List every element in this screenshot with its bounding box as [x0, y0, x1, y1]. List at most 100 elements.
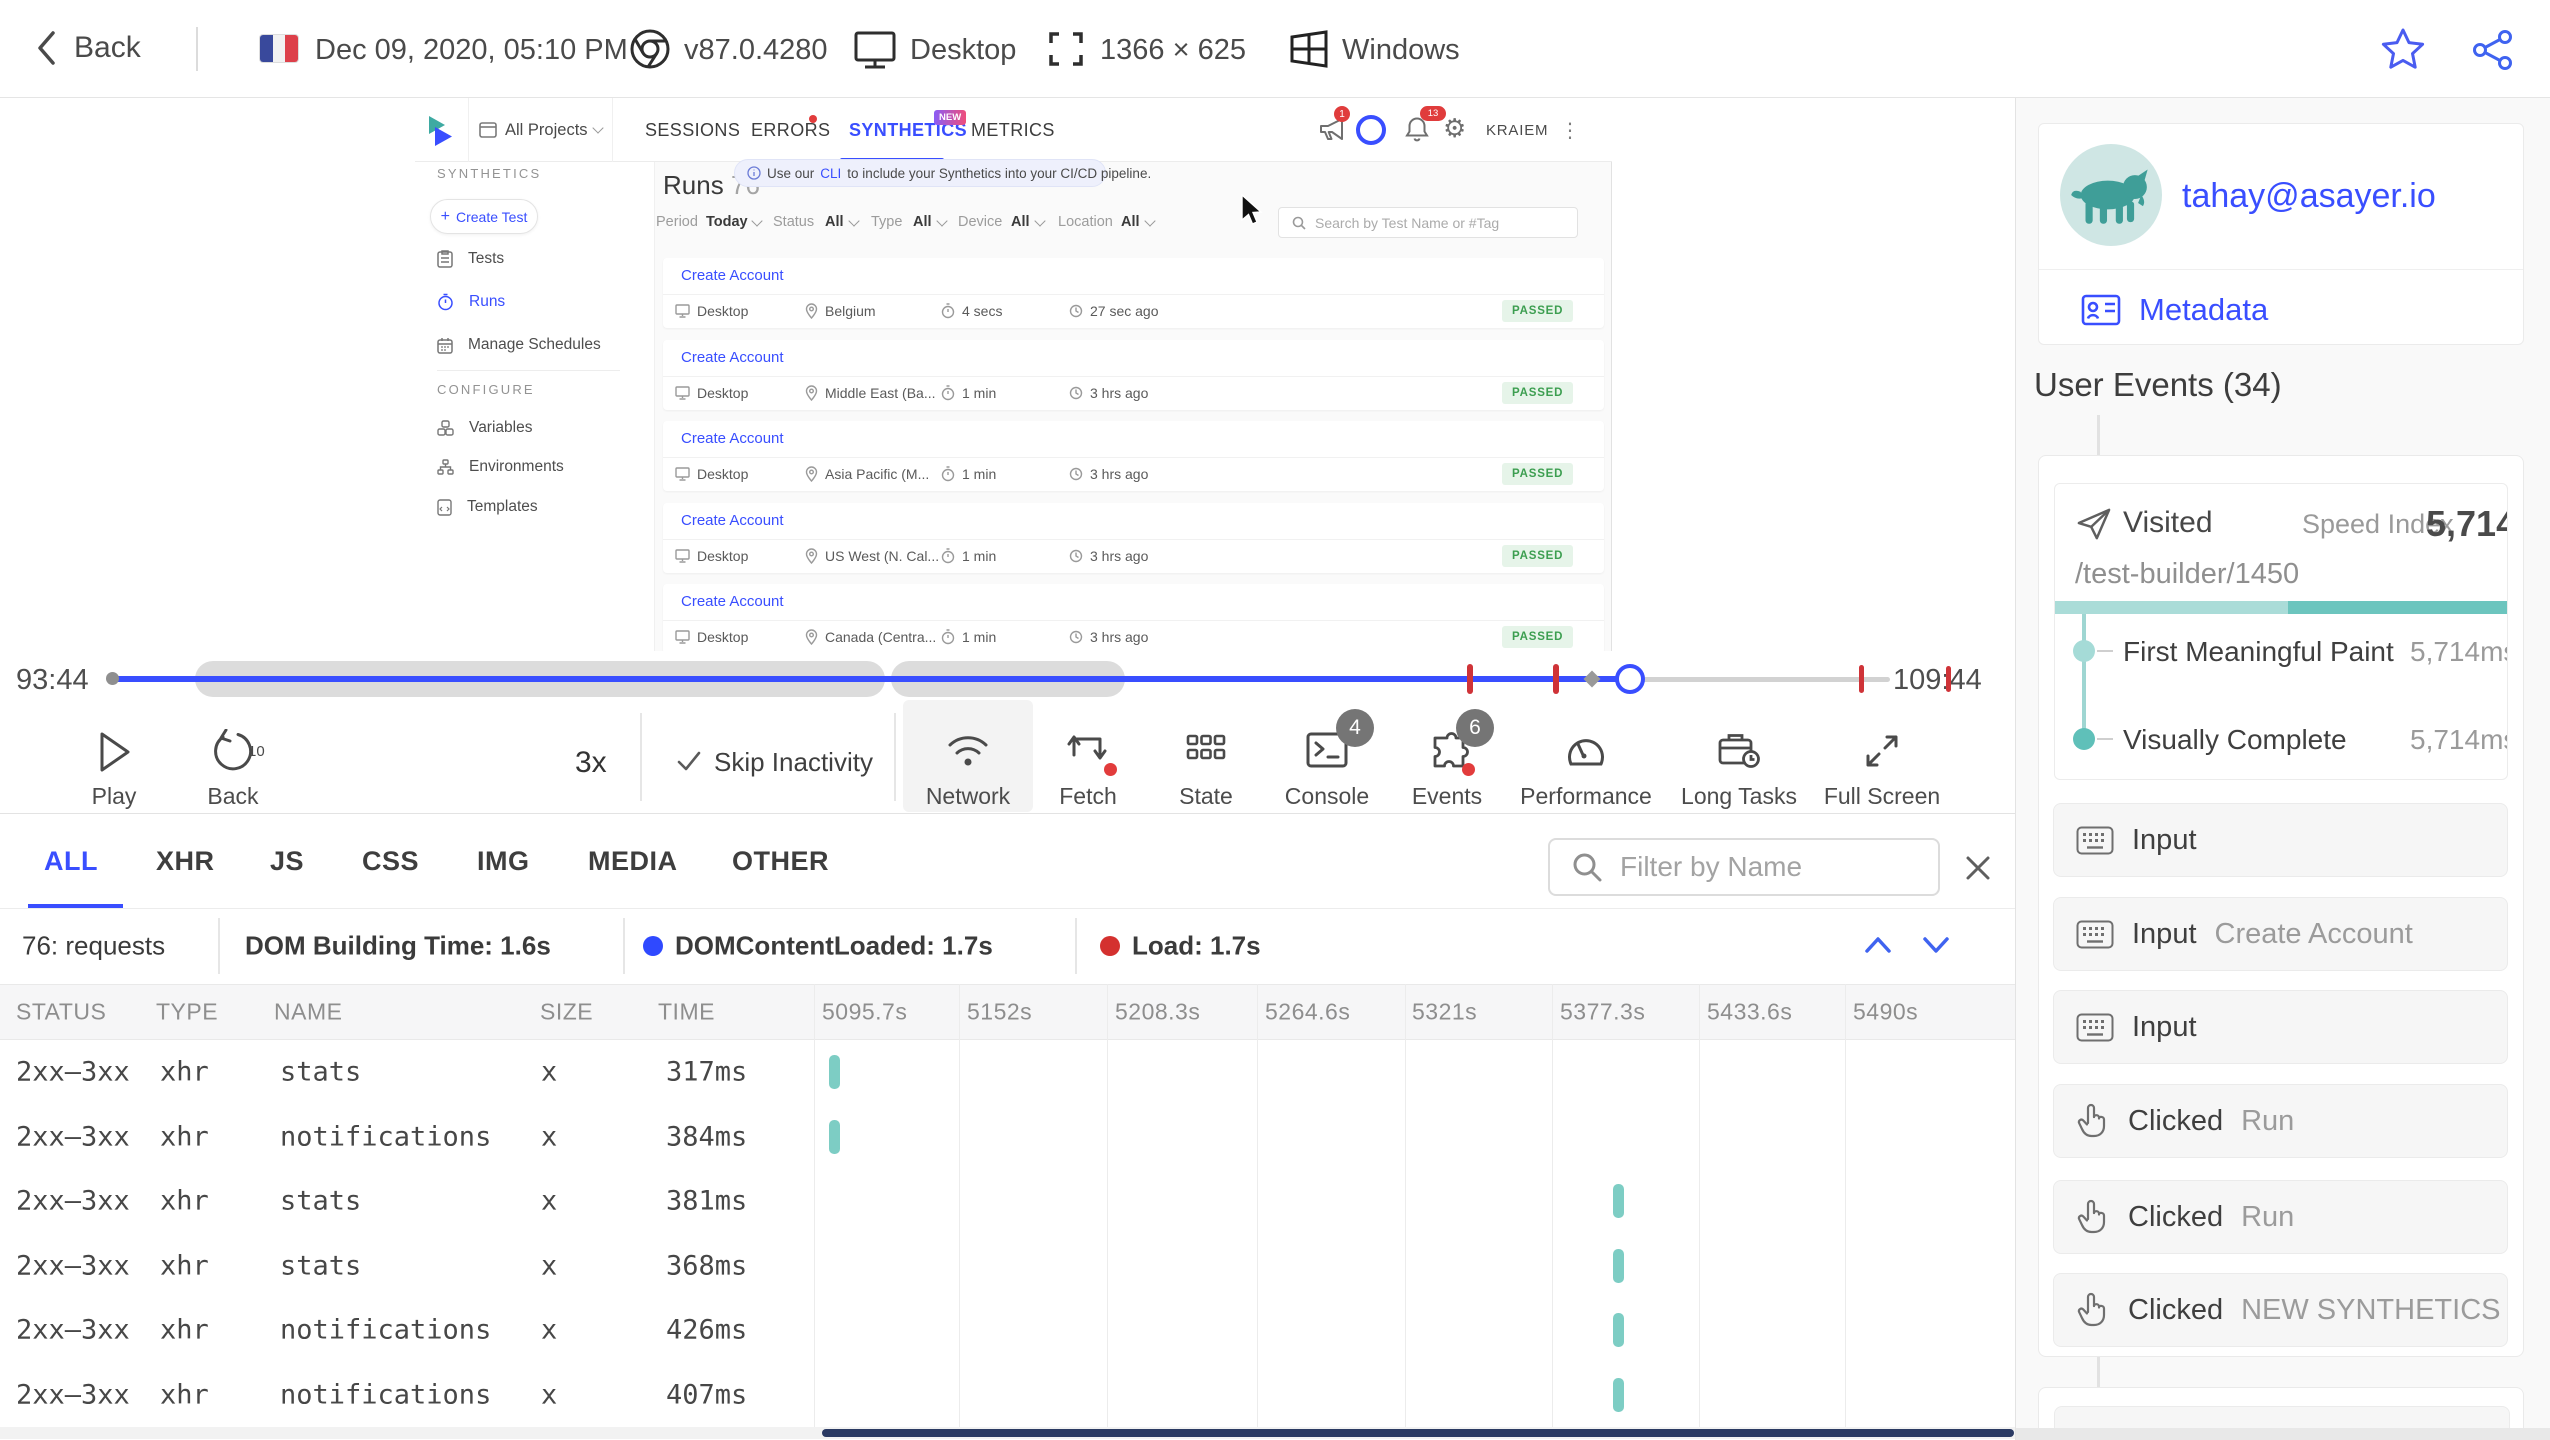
speed-button[interactable]: 3x: [575, 746, 607, 780]
network-tab-js[interactable]: JS: [270, 814, 304, 908]
viewport-brackets-icon: [1046, 29, 1086, 69]
console-badge: 4: [1336, 709, 1374, 747]
request-row[interactable]: 2xx–3xx xhr stats x 368ms: [0, 1234, 2015, 1299]
filter-box: [1548, 838, 1940, 896]
hand-pointer-icon: [2076, 1291, 2110, 1329]
request-name: stats: [280, 1185, 362, 1217]
run-device: Desktop: [675, 539, 748, 573]
monitor-icon: [675, 467, 690, 481]
location-pin-icon: [805, 629, 818, 645]
fmp-value: 5,714ms: [2410, 636, 2508, 667]
network-tab-all[interactable]: ALL: [44, 814, 98, 908]
back-button[interactable]: Back: [34, 29, 141, 67]
replay-stage: All Projects SESSIONS ERRORS SYNTHETICS …: [0, 98, 2015, 651]
network-tab-css[interactable]: CSS: [362, 814, 419, 908]
location-pin-icon: [805, 466, 818, 482]
request-status: 2xx–3xx: [16, 1056, 130, 1088]
event-item-clicked[interactable]: Clicked Run: [2053, 1084, 2508, 1158]
jump-down-icon[interactable]: [1920, 932, 1952, 958]
network-tab-xhr[interactable]: XHR: [156, 814, 215, 908]
console-label: Console: [1284, 783, 1370, 809]
playhead[interactable]: [1615, 664, 1645, 694]
paint-progress-dark: [2288, 601, 2507, 614]
request-name: notifications: [280, 1314, 492, 1346]
event-action: Clicked: [2128, 1293, 2224, 1326]
close-panel-icon[interactable]: [1962, 852, 1994, 884]
performance-label: Performance: [1520, 783, 1652, 809]
project-selector: All Projects: [505, 121, 588, 139]
dom-building-time: DOM Building Time: 1.6s: [245, 930, 551, 961]
request-row[interactable]: 2xx–3xx xhr stats x 317ms: [0, 1040, 2015, 1105]
long-tasks-label: Long Tasks: [1681, 783, 1797, 809]
user-card: tahay@asayer.io Metadata: [2038, 123, 2524, 345]
browser-version: v87.0.4280: [684, 34, 828, 66]
event-item-input[interactable]: Input: [2053, 803, 2508, 877]
tab-metrics: METRICS: [971, 119, 1055, 140]
request-size: x: [541, 1314, 558, 1346]
share-icon[interactable]: [2470, 27, 2516, 73]
monitor-icon: [675, 304, 690, 318]
filter-type-value: All: [913, 214, 932, 230]
top-bar: Back Dec 09, 2020, 05:10 PM v87.0.4280 D…: [0, 0, 2550, 98]
network-tab-other[interactable]: OTHER: [732, 814, 829, 908]
metadata-button[interactable]: Metadata: [2081, 292, 2268, 328]
state-toggle[interactable]: [1184, 729, 1228, 769]
run-duration: 1 min: [941, 539, 996, 573]
filter-device-value: All: [1011, 214, 1030, 230]
section-configure: CONFIGURE: [437, 382, 535, 397]
play-label: Play: [91, 783, 137, 809]
cli-note-pre: Use our: [767, 165, 815, 181]
navigate-icon: [2075, 507, 2113, 541]
run-location: Canada (Centra...: [805, 620, 936, 651]
clock-icon: [1069, 467, 1083, 481]
full-screen-button[interactable]: [1860, 729, 1904, 773]
request-size: x: [541, 1379, 558, 1411]
event-item-clicked[interactable]: Clicked Run: [2053, 1180, 2508, 1254]
skip-inactivity-toggle[interactable]: Skip Inactivity: [714, 747, 873, 778]
tests-icon: [437, 250, 453, 268]
stopwatch-icon: [941, 466, 955, 482]
long-tasks-toggle[interactable]: [1715, 729, 1763, 773]
event-item-input[interactable]: Input Create Account: [2053, 897, 2508, 971]
jump-up-icon[interactable]: [1862, 932, 1894, 958]
filter-input[interactable]: [1618, 850, 1922, 884]
request-row[interactable]: 2xx–3xx xhr notifications x 384ms: [0, 1105, 2015, 1170]
dom-content-loaded: DOMContentLoaded: 1.7s: [675, 930, 993, 961]
tabs-bottom-border: [0, 908, 2015, 909]
run-title: Create Account: [681, 593, 784, 610]
fetch-label: Fetch: [1059, 783, 1117, 809]
filter-location-value: All: [1121, 214, 1140, 230]
hand-pointer-icon: [2076, 1198, 2110, 1236]
request-type: xhr: [160, 1121, 209, 1153]
network-tab-media[interactable]: MEDIA: [588, 814, 678, 908]
session-date: Dec 09, 2020, 05:10 PM: [315, 34, 628, 66]
play-button[interactable]: [92, 729, 136, 775]
request-row[interactable]: 2xx–3xx xhr stats x 381ms: [0, 1169, 2015, 1234]
event-item-input[interactable]: Input: [2053, 990, 2508, 1064]
replayed-app-sidebar: [415, 162, 655, 651]
load-dot: [1100, 936, 1120, 956]
performance-toggle[interactable]: [1563, 729, 1609, 771]
network-toggle[interactable]: [944, 729, 992, 771]
favorite-star-icon[interactable]: [2380, 27, 2426, 71]
time-current: 93:44: [16, 664, 89, 696]
templates-icon: [437, 498, 452, 516]
event-target: NEW SYNTHETICS: [2241, 1293, 2501, 1326]
run-location: Asia Pacific (M...: [805, 457, 929, 491]
check-icon: [676, 749, 702, 773]
request-row[interactable]: 2xx–3xx xhr notifications x 426ms: [0, 1298, 2015, 1363]
create-test-label: Create Test: [456, 208, 528, 225]
network-tab-img[interactable]: IMG: [477, 814, 530, 908]
animal-avatar-icon: [2071, 169, 2148, 224]
gear-icon: ⚙: [1443, 114, 1467, 144]
event-item-clicked[interactable]: Clicked NEW SYNTHETICS: [2053, 1273, 2508, 1347]
user-email[interactable]: tahay@asayer.io: [2182, 177, 2436, 216]
request-row[interactable]: 2xx–3xx xhr notifications x 407ms: [0, 1363, 2015, 1428]
projects-window-icon: [479, 122, 497, 138]
request-name: notifications: [280, 1379, 492, 1411]
request-type: xhr: [160, 1379, 209, 1411]
location-pin-icon: [805, 547, 818, 564]
visited-card[interactable]: Visited Speed Index 5,714 /test-builder/…: [2054, 483, 2508, 780]
hscroll-thumb[interactable]: [822, 1429, 2014, 1437]
request-size: x: [541, 1121, 558, 1153]
